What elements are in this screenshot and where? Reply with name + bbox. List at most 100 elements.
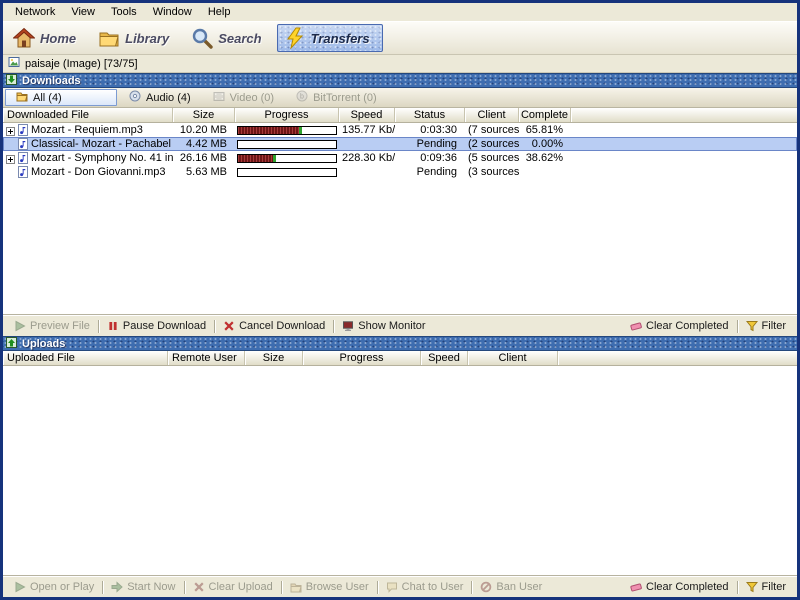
size-cell: 26.16 MB — [179, 152, 227, 164]
ban-user-button[interactable]: Ban User — [474, 578, 548, 596]
filter-button[interactable]: Filter — [740, 317, 792, 335]
progress-cell — [235, 137, 339, 151]
uploads-action-bar: Open or Play Start Now Clear Upload Brow… — [3, 576, 797, 597]
col-up-speed[interactable]: Speed — [421, 351, 468, 365]
start-now-button[interactable]: Start Now — [105, 578, 181, 596]
tab-video[interactable]: Video (0) — [203, 89, 284, 106]
download-row-2[interactable]: Classical- Mozart - Pachabel Can... 4.42… — [3, 137, 797, 151]
col-remote-user[interactable]: Remote User — [168, 351, 245, 365]
clear-upload-label: Clear Upload — [208, 581, 273, 593]
tab-audio[interactable]: Audio (4) — [119, 89, 201, 106]
download-row-4[interactable]: Mozart - Don Giovanni.mp3 5.63 MB Pendin… — [3, 165, 797, 179]
col-filler — [571, 108, 797, 122]
uploads-title: Uploads — [22, 337, 66, 350]
downloads-list: Mozart - Requiem.mp3 10.20 MB 135.77 Kb/… — [3, 123, 797, 315]
preview-file-button[interactable]: Preview File — [8, 317, 96, 335]
film-icon — [213, 91, 225, 105]
tab-video-label: Video (0) — [229, 91, 275, 104]
folder-icon — [290, 582, 302, 593]
download-row-1[interactable]: Mozart - Requiem.mp3 10.20 MB 135.77 Kb/… — [3, 123, 797, 137]
expand-toggle[interactable] — [6, 126, 15, 136]
complete-cell: 0.00% — [531, 138, 563, 150]
monitor-icon — [342, 320, 354, 332]
file-name-cell: Mozart - Requiem.mp3 — [3, 123, 173, 137]
cancel-download-button[interactable]: Cancel Download — [217, 317, 331, 335]
status-cell: 0:03:30 — [420, 124, 457, 136]
nav-library-button[interactable]: Library — [91, 24, 182, 52]
col-progress[interactable]: Progress — [235, 108, 339, 122]
client-cell: (3 sources) — [468, 166, 519, 178]
clear-completed-button[interactable]: Clear Completed — [624, 578, 735, 596]
status-cell: Pending — [416, 138, 457, 150]
chat-to-user-button[interactable]: Chat to User — [380, 578, 470, 596]
tab-bittorrent[interactable]: b BitTorrent (0) — [286, 89, 387, 106]
play-icon — [14, 320, 26, 332]
tab-audio-label: Audio (4) — [146, 91, 191, 104]
open-or-play-button[interactable]: Open or Play — [8, 578, 100, 596]
speed-cell: 228.30 Kb/s — [342, 152, 395, 164]
col-filler — [558, 351, 797, 365]
cancel-icon — [193, 581, 205, 593]
progress-cell — [235, 123, 339, 137]
menu-view[interactable]: View — [63, 4, 103, 20]
col-status[interactable]: Status — [395, 108, 465, 122]
client-cell: (2 sources) — [468, 138, 519, 150]
col-complete[interactable]: Complete — [519, 108, 571, 122]
col-size[interactable]: Size — [173, 108, 235, 122]
menu-bar: Network View Tools Window Help — [3, 3, 797, 21]
nav-transfers-label: Transfers — [310, 30, 370, 46]
row-filler — [571, 137, 797, 151]
col-speed[interactable]: Speed — [339, 108, 395, 122]
speed-cell — [339, 165, 395, 179]
progress-cell — [235, 165, 339, 179]
progress-bar — [237, 167, 337, 177]
nav-home-label: Home — [40, 30, 77, 46]
tab-all[interactable]: All (4) — [5, 89, 117, 106]
uploads-list — [3, 366, 797, 576]
pause-download-button[interactable]: Pause Download — [101, 317, 212, 335]
pause-icon — [107, 320, 119, 332]
share-status-text: paisaje (Image) [73/75] — [25, 57, 138, 70]
col-up-size[interactable]: Size — [245, 351, 303, 365]
show-monitor-label: Show Monitor — [358, 320, 426, 332]
divider — [183, 580, 185, 594]
eraser-icon — [630, 320, 642, 332]
ban-icon — [480, 581, 492, 593]
main-toolbar: Home Library Search Transfers — [3, 21, 797, 55]
chat-to-user-label: Chat to User — [401, 581, 464, 593]
col-client[interactable]: Client — [465, 108, 519, 122]
file-name-cell: Classical- Mozart - Pachabel Can... — [3, 137, 173, 151]
library-icon — [98, 27, 120, 49]
file-name: Mozart - Symphony No. 41 in C M... — [31, 152, 173, 164]
download-arrow-icon — [6, 72, 17, 90]
nav-search-button[interactable]: Search — [184, 24, 274, 52]
audio-file-icon — [18, 152, 28, 164]
tab-all-label: All (4) — [33, 91, 62, 104]
col-uploaded-file[interactable]: Uploaded File — [3, 351, 168, 365]
file-name: Mozart - Don Giovanni.mp3 — [31, 166, 166, 178]
uploads-column-header: Uploaded File Remote User Size Progress … — [3, 351, 797, 366]
menu-network[interactable]: Network — [7, 4, 63, 20]
divider — [736, 319, 738, 333]
nav-transfers-button[interactable]: Transfers — [276, 24, 383, 52]
divider — [736, 580, 738, 594]
col-up-progress[interactable]: Progress — [303, 351, 421, 365]
nav-home-button[interactable]: Home — [6, 24, 89, 52]
expand-toggle[interactable] — [6, 154, 15, 164]
clear-completed-button[interactable]: Clear Completed — [624, 317, 735, 335]
filter-button[interactable]: Filter — [740, 578, 792, 596]
divider — [214, 319, 216, 333]
col-downloaded-file[interactable]: Downloaded File — [3, 108, 173, 122]
menu-tools[interactable]: Tools — [103, 4, 145, 20]
download-row-3[interactable]: Mozart - Symphony No. 41 in C M... 26.16… — [3, 151, 797, 165]
preview-file-label: Preview File — [30, 320, 90, 332]
menu-help[interactable]: Help — [200, 4, 239, 20]
show-monitor-button[interactable]: Show Monitor — [336, 317, 431, 335]
menu-window[interactable]: Window — [145, 4, 200, 20]
chat-bubble-icon — [386, 581, 398, 593]
clear-upload-button[interactable]: Clear Upload — [187, 578, 279, 596]
col-up-client[interactable]: Client — [468, 351, 558, 365]
browse-user-button[interactable]: Browse User — [284, 578, 375, 596]
cancel-icon — [223, 320, 235, 332]
open-or-play-label: Open or Play — [30, 581, 95, 593]
